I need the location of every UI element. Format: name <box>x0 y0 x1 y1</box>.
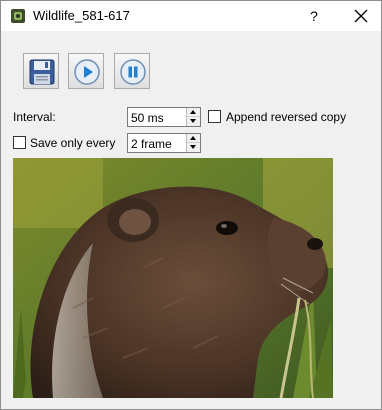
title-bar: Wildlife_581-617 ? <box>1 1 381 31</box>
wildlife-app-icon <box>11 9 25 23</box>
floppy-disk-icon <box>29 59 55 85</box>
save-only-every-label[interactable]: Save only every <box>30 136 115 150</box>
append-reversed-label[interactable]: Append reversed copy <box>226 110 346 124</box>
frame-spinbox[interactable]: 2 frame <box>127 133 201 153</box>
frame-increment-button[interactable] <box>187 134 200 143</box>
interval-value: 50 ms <box>131 111 164 125</box>
frame-value: 2 frame <box>131 137 172 151</box>
interval-spinbox[interactable]: 50 ms <box>127 107 201 127</box>
close-icon <box>354 9 368 23</box>
help-button[interactable]: ? <box>299 1 329 31</box>
frame-spin-arrows[interactable] <box>186 134 200 152</box>
play-button[interactable] <box>68 53 104 89</box>
pause-icon <box>120 59 146 85</box>
frame-decrement-button[interactable] <box>187 143 200 152</box>
interval-label: Interval: <box>13 110 56 124</box>
save-only-every-checkbox[interactable] <box>13 136 26 149</box>
preview-image <box>13 158 333 398</box>
pause-button[interactable] <box>114 53 150 89</box>
interval-decrement-button[interactable] <box>187 117 200 126</box>
window-title: Wildlife_581-617 <box>33 8 130 23</box>
interval-spin-arrows[interactable] <box>186 108 200 126</box>
play-icon <box>74 59 100 85</box>
animation-export-dialog: Wildlife_581-617 ? Interval: 50 ms Appen… <box>0 0 382 410</box>
append-reversed-checkbox[interactable] <box>208 110 221 123</box>
save-button[interactable] <box>23 53 59 89</box>
close-button[interactable] <box>341 1 381 31</box>
interval-increment-button[interactable] <box>187 108 200 117</box>
